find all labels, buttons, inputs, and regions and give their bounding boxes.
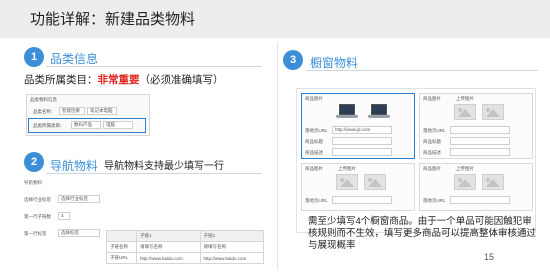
table-cell-input[interactable]: 请填写名称 [199, 241, 264, 253]
image-placeholder-icon [482, 174, 504, 190]
window-card: 商品图片 上传图片 落地页URL [301, 163, 415, 211]
window-note: 需至少填写4个橱窗商品。由于一个单品可能因触犯审核规则而不生效，填写更多商品可以… [308, 216, 537, 251]
card-image-label: 商品图片 [305, 96, 323, 101]
image-placeholder-icon [336, 174, 358, 190]
card-url-label: 落地页URL [305, 128, 328, 133]
category-note: 品类所属类目：非常重要（必须准确填写） [24, 74, 224, 86]
laptop-image [336, 104, 358, 120]
window-card: 商品图片 上传图片 落地页URL 商品标题 商品描述 [419, 93, 533, 159]
section-1-title: 品类信息 [50, 52, 99, 66]
card-title-label: 商品标题 [423, 139, 441, 144]
header-bar: 功能详解：新建品类物料 [0, 0, 550, 38]
section-2-number: 2 [24, 152, 44, 172]
category-name-label: 品类名称： [33, 109, 56, 114]
card-image-label: 商品图片 [305, 166, 323, 171]
page-title: 功能详解：新建品类物料 [30, 11, 196, 28]
card-upload-label[interactable]: 上传图片 [456, 166, 474, 172]
section-1-number: 1 [24, 47, 44, 67]
nav-form-header: 导航物料 [24, 180, 42, 185]
section-3-underline [306, 70, 538, 71]
table-cell: 子链URL [106, 252, 137, 264]
table-header-row: 子链1 子链2 [106, 230, 264, 242]
nav-sublink-table: 子链1 子链2 子链名称 请填写名称 请填写名称 子链URL http://ww… [106, 230, 264, 264]
card-image-label: 商品图片 [423, 96, 441, 101]
section-2-underline [46, 173, 262, 174]
category-name-input-2[interactable]: 笔记本电脑 [87, 107, 117, 115]
card-url-input[interactable] [450, 196, 510, 204]
page-number: 15 [484, 252, 495, 262]
nav-count-input[interactable]: 3 [58, 212, 70, 220]
table-cell-input[interactable]: http://www.baidu.com [136, 252, 201, 264]
card-image-label: 商品图片 [423, 166, 441, 171]
image-placeholder-icon [454, 104, 476, 120]
card-desc-input[interactable] [332, 148, 392, 156]
table-cell-input[interactable]: http://www.baidu.com [199, 252, 264, 264]
window-materials-panel: 商品图片 落地页URL http://www.jd.com 商品标题 商品描述 … [296, 88, 536, 233]
card-desc-label: 商品描述 [423, 150, 441, 155]
image-placeholder-icon [482, 104, 504, 120]
category-highlight-box [28, 118, 146, 133]
category-note-emphasis: 非常重要 [97, 74, 140, 86]
card-desc-label: 商品描述 [305, 150, 323, 155]
nav-industry-select[interactable]: 选择行业标签 [58, 195, 100, 203]
card-url-label: 落地页URL [423, 128, 446, 133]
card-title-label: 商品标题 [305, 139, 323, 144]
window-card: 商品图片 上传图片 落地页URL [419, 163, 533, 211]
section-3-number: 3 [283, 50, 303, 70]
card-url-input[interactable]: http://www.jd.com [332, 126, 392, 134]
section-2-title: 导航物料 [50, 159, 99, 173]
image-placeholder-icon [454, 174, 476, 190]
table-cell-input[interactable]: 请填写名称 [136, 241, 201, 253]
section-3-title: 橱窗物料 [310, 56, 359, 70]
nav-count-label: 第一行子链数 [24, 214, 51, 219]
section-1-underline [46, 66, 262, 67]
card-url-label: 落地页URL [423, 198, 446, 203]
laptop-image [368, 104, 390, 120]
table-header-cell [106, 230, 137, 242]
image-placeholder-icon [364, 174, 386, 190]
card-upload-label[interactable]: 上传图片 [338, 166, 356, 172]
card-url-input[interactable] [450, 126, 510, 134]
table-header-cell: 子链1 [136, 230, 201, 242]
table-header-cell: 子链2 [199, 230, 264, 242]
column-divider [277, 42, 278, 270]
window-card: 商品图片 落地页URL http://www.jd.com 商品标题 商品描述 [301, 93, 415, 159]
card-title-input[interactable] [332, 137, 392, 145]
nav-industry-label: 选择行业标签 [24, 197, 51, 202]
card-title-input[interactable] [450, 137, 510, 145]
card-desc-input[interactable] [450, 148, 510, 156]
card-url-label: 落地页URL [305, 198, 328, 203]
table-cell: 子链名称 [106, 241, 137, 253]
nav-first-label: 第一行标签 [24, 231, 47, 236]
nav-note: 导航物料支持最少填写一行 [104, 161, 224, 172]
table-row: 子链名称 请填写名称 请填写名称 [106, 241, 264, 253]
category-form-header: 品类物料信息 [30, 97, 57, 102]
nav-first-select[interactable]: 选择标签 [58, 229, 100, 237]
category-name-input-1[interactable]: 智能因果 [59, 107, 85, 115]
card-url-input[interactable] [332, 196, 392, 204]
card-upload-label[interactable]: 上传图片 [456, 96, 474, 102]
table-row: 子链URL http://www.baidu.com http://www.ba… [106, 252, 264, 264]
